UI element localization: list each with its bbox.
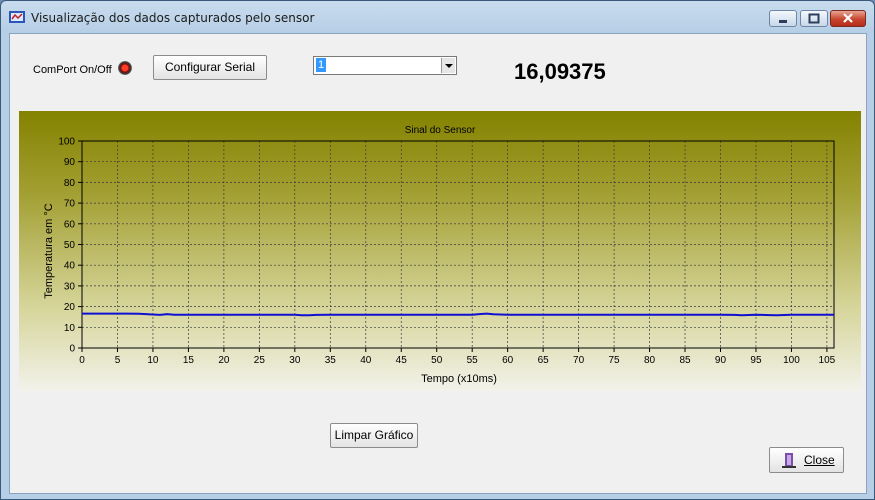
chart-grid — [81, 140, 834, 349]
x-tick-label: 85 — [679, 355, 691, 366]
chart-series — [82, 312, 834, 317]
chevron-down-icon[interactable] — [441, 58, 455, 73]
y-tick-label: 50 — [64, 240, 76, 251]
maximize-icon — [808, 13, 820, 24]
x-tick-label: 105 — [819, 355, 836, 366]
exit-door-icon — [782, 453, 796, 468]
configure-serial-button[interactable]: Configurar Serial — [153, 55, 267, 80]
port-select[interactable]: 1 — [313, 56, 457, 75]
maximize-button[interactable] — [800, 10, 828, 27]
x-tick-label: 55 — [467, 355, 479, 366]
close-button[interactable]: Close — [769, 447, 844, 473]
y-tick-label: 30 — [64, 281, 76, 292]
x-tick-label: 60 — [502, 355, 514, 366]
x-tick-label: 50 — [431, 355, 443, 366]
x-axis-label: Tempo (x10ms) — [421, 373, 497, 385]
clear-chart-button[interactable]: Limpar Gráfico — [330, 423, 418, 448]
x-tick-label: 100 — [783, 355, 800, 366]
y-tick-label: 70 — [64, 199, 76, 210]
comport-label: ComPort On/Off — [33, 64, 112, 76]
chart-ticks: 0 10 20 30 40 50 60 70 80 90 100 0 5 10 15 20 25 30 35 40 45… — [58, 137, 835, 367]
app-icon — [9, 11, 25, 23]
close-icon — [843, 13, 853, 23]
x-tick-label: 95 — [750, 355, 762, 366]
x-tick-label: 15 — [183, 355, 195, 366]
minimize-button[interactable] — [769, 10, 797, 27]
red-led-icon[interactable] — [118, 61, 132, 75]
y-tick-label: 90 — [64, 157, 76, 168]
port-select-value: 1 — [316, 58, 327, 72]
x-tick-label: 10 — [147, 355, 159, 366]
sensor-chart: Sinal do Sensor 0 10 20 30 40 50 60 70 80 90 100 0 5… — [43, 125, 836, 385]
x-tick-label: 40 — [360, 355, 372, 366]
chart-panel: Sinal do Sensor 0 10 20 30 40 50 60 70 80 90 100 0 5… — [19, 111, 861, 391]
y-tick-label: 80 — [64, 178, 76, 189]
title-bar[interactable]: Visualização dos dados capturados pelo s… — [1, 1, 874, 33]
client-area: ComPort On/Off Configurar Serial 1 16,09… — [9, 33, 867, 494]
x-tick-label: 65 — [538, 355, 550, 366]
y-tick-label: 40 — [64, 261, 76, 272]
y-axis-label: Temperatura em °C — [43, 203, 55, 299]
close-button-label: Close — [804, 453, 835, 467]
x-tick-label: 45 — [396, 355, 408, 366]
minimize-icon — [779, 20, 787, 23]
close-window-button[interactable] — [830, 10, 866, 27]
x-tick-label: 30 — [289, 355, 301, 366]
x-tick-label: 80 — [644, 355, 656, 366]
y-tick-label: 10 — [64, 323, 76, 334]
window-title: Visualização dos dados capturados pelo s… — [31, 11, 315, 25]
x-tick-label: 35 — [325, 355, 337, 366]
y-tick-label: 0 — [69, 344, 75, 355]
x-tick-label: 5 — [115, 355, 121, 366]
chart-title: Sinal do Sensor — [405, 125, 476, 136]
x-tick-label: 20 — [218, 355, 230, 366]
x-tick-label: 90 — [715, 355, 727, 366]
y-tick-label: 20 — [64, 302, 76, 313]
app-window: Visualização dos dados capturados pelo s… — [0, 0, 875, 500]
x-tick-label: 25 — [254, 355, 266, 366]
x-tick-label: 75 — [609, 355, 621, 366]
sensor-reading: 16,09375 — [514, 59, 606, 84]
x-tick-label: 70 — [573, 355, 585, 366]
y-tick-label: 60 — [64, 219, 76, 230]
temperature-series-line — [82, 312, 834, 317]
x-tick-label: 0 — [79, 355, 85, 366]
y-tick-label: 100 — [58, 137, 75, 148]
